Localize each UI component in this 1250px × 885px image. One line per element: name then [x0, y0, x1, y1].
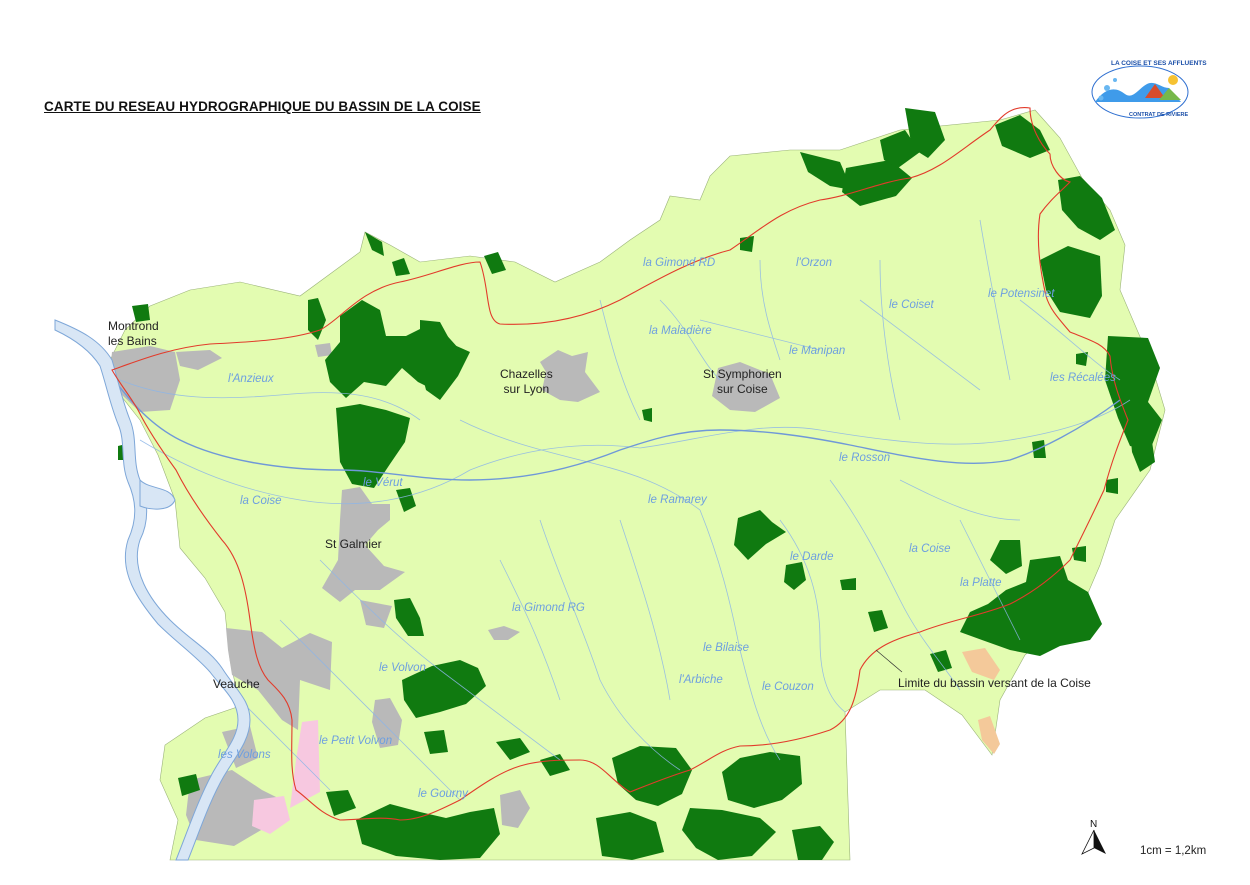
town-label-st-galmier: St Galmier: [325, 537, 382, 551]
river-label: le Coiset: [889, 299, 934, 311]
town-label-veauche: Veauche: [213, 677, 260, 691]
scale-label: 1cm = 1,2km: [1140, 845, 1207, 857]
river-label: la Gimond RG: [512, 602, 585, 614]
river-label: la Coise: [909, 543, 951, 555]
river-label: les Volons: [218, 749, 271, 761]
river-label: la Platte: [960, 577, 1002, 589]
boundary-label: Limite du bassin versant de la Coise: [898, 676, 1091, 690]
river-label: le Petit Volvon: [319, 735, 393, 747]
river-label: le Darde: [790, 551, 834, 563]
river-label: l'Arbiche: [679, 674, 723, 686]
river-label: la Coise: [240, 495, 282, 507]
river-label: le Bilaise: [703, 642, 750, 654]
north-label: N: [1090, 819, 1098, 830]
map-title: CARTE DU RESEAU HYDROGRAPHIQUE DU BASSIN…: [44, 99, 481, 114]
river-label: le Couzon: [762, 681, 814, 693]
town-label-chazelles: Chazelles sur Lyon: [500, 367, 553, 396]
river-label: l'Anzieux: [228, 373, 274, 385]
town-label-montrond: Montrond les Bains: [108, 319, 159, 348]
river-label: l'Orzon: [796, 257, 833, 269]
river-label: le Vérut: [363, 477, 403, 489]
logo-top-text: LA COISE ET SES AFFLUENTS: [1111, 60, 1207, 67]
river-label: la Maladière: [649, 325, 712, 337]
logo-bottom-text: CONTRAT DE RIVIERE: [1129, 112, 1189, 118]
town-label-st-symphorien: St Symphorien sur Coise: [703, 367, 782, 396]
river-label: le Volvon: [379, 662, 426, 674]
river-label: le Manipan: [789, 345, 846, 357]
river-label: le Rosson: [839, 452, 891, 464]
north-arrow-icon: [1081, 829, 1106, 855]
river-label: les Récalées: [1050, 372, 1116, 384]
river-label: le Ramarey: [648, 494, 707, 506]
river-label: le Potensinet: [988, 288, 1055, 300]
river-label: la Gimond RD: [643, 257, 716, 269]
river-label: le Gourny: [418, 788, 468, 800]
basin-map: [54, 107, 1166, 861]
logo-icon: LA COISE ET SES AFFLUENTS CONTRAT DE RIV…: [1085, 58, 1207, 122]
